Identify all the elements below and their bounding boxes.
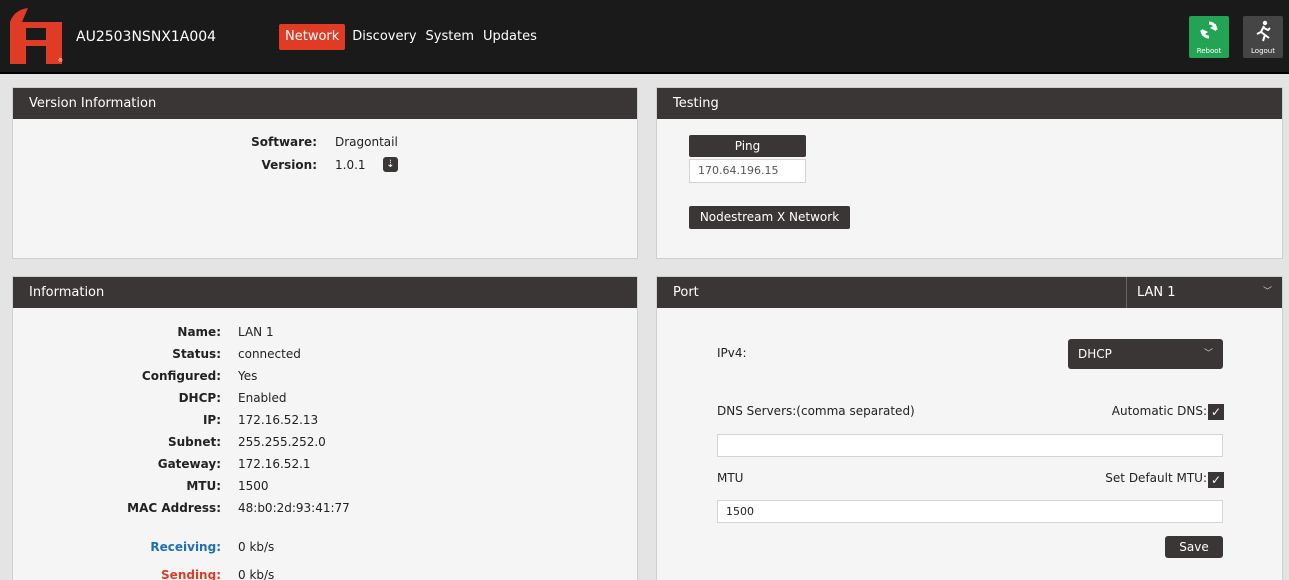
info-row-label: Configured: bbox=[141, 369, 221, 383]
svg-text:®: ® bbox=[58, 57, 63, 64]
logout-button[interactable]: Logout bbox=[1243, 16, 1283, 58]
nav-discovery[interactable]: Discovery bbox=[350, 24, 418, 50]
running-man-icon bbox=[1256, 20, 1271, 42]
dns-servers-input[interactable] bbox=[717, 434, 1223, 457]
info-row: Name: LAN 1 bbox=[13, 322, 639, 342]
chevron-down-icon: ﹀ bbox=[1262, 287, 1272, 297]
testing-panel: Testing Ping 170.64.196.15 Nodestream X … bbox=[656, 87, 1283, 259]
info-row-value: 48:b0:2d:93:41:77 bbox=[238, 501, 350, 515]
info-row-label: Name: bbox=[177, 325, 221, 339]
version-label: Version: bbox=[261, 158, 317, 172]
info-row: IP: 172.16.52.13 bbox=[13, 410, 639, 430]
ping-button[interactable]: Ping bbox=[689, 135, 806, 157]
nodestream-network-button[interactable]: Nodestream X Network bbox=[689, 206, 850, 229]
info-row-value: LAN 1 bbox=[238, 325, 274, 339]
save-button[interactable]: Save bbox=[1165, 536, 1223, 558]
ipv4-mode-select[interactable]: DHCP ﹀ bbox=[1068, 339, 1223, 369]
refresh-icon bbox=[1200, 21, 1218, 39]
logout-label: Logout bbox=[1251, 47, 1275, 55]
dns-label: DNS Servers:(comma separated) bbox=[717, 404, 915, 418]
sending-label: Sending: bbox=[161, 568, 221, 580]
info-row: Configured: Yes bbox=[13, 366, 639, 386]
info-row: Status: connected bbox=[13, 344, 639, 364]
sending-value: 0 kb/s bbox=[238, 568, 275, 580]
mtu-label: MTU bbox=[717, 471, 744, 485]
software-label: Software: bbox=[251, 135, 317, 149]
panel-title: Information bbox=[13, 277, 637, 308]
info-row-value: Yes bbox=[238, 369, 258, 383]
chevron-down-icon: ﹀ bbox=[1203, 349, 1213, 359]
panel-title: Port LAN 1 ﹀ bbox=[657, 277, 1282, 308]
software-value: Dragontail bbox=[335, 135, 398, 149]
device-name: AU2503NSNX1A004 bbox=[76, 29, 217, 45]
info-row-label: Subnet: bbox=[168, 435, 221, 449]
top-bar: ® AU2503NSNX1A004 Network Discovery Syst… bbox=[0, 0, 1289, 72]
download-icon[interactable]: ⇣ bbox=[383, 157, 398, 172]
info-row-label: MAC Address: bbox=[127, 501, 221, 515]
automatic-dns-label: Automatic DNS: bbox=[1111, 404, 1207, 418]
version-value: 1.0.1 bbox=[335, 158, 366, 172]
info-row-value: 255.255.252.0 bbox=[238, 435, 326, 449]
info-row-label: MTU: bbox=[186, 479, 221, 493]
mtu-input[interactable] bbox=[717, 500, 1223, 523]
company-logo: ® bbox=[10, 8, 63, 64]
automatic-dns-checkbox[interactable]: ✓ bbox=[1208, 404, 1224, 420]
port-title: Port bbox=[673, 285, 699, 300]
info-row-label: DHCP: bbox=[178, 391, 221, 405]
receiving-label: Receiving: bbox=[150, 540, 221, 554]
ipv4-mode-value: DHCP bbox=[1078, 347, 1112, 361]
reboot-label: Reboot bbox=[1196, 47, 1222, 55]
info-row: Gateway: 172.16.52.1 bbox=[13, 454, 639, 474]
info-row: Subnet: 255.255.252.0 bbox=[13, 432, 639, 452]
nav-system[interactable]: System bbox=[424, 24, 476, 50]
info-row: DHCP: Enabled bbox=[13, 388, 639, 408]
ipv4-label: IPv4: bbox=[717, 346, 747, 360]
port-select-value: LAN 1 bbox=[1137, 285, 1176, 300]
panel-title: Version Information bbox=[13, 88, 637, 119]
info-row-value: 172.16.52.1 bbox=[238, 457, 311, 471]
info-row-label: IP: bbox=[202, 413, 221, 427]
nav-updates[interactable]: Updates bbox=[481, 24, 539, 50]
default-mtu-label: Set Default MTU: bbox=[1105, 471, 1207, 485]
default-mtu-checkbox[interactable]: ✓ bbox=[1208, 472, 1224, 488]
info-row-value: Enabled bbox=[238, 391, 287, 405]
info-row: MAC Address: 48:b0:2d:93:41:77 bbox=[13, 498, 639, 518]
info-row-label: Status: bbox=[172, 347, 221, 361]
info-row-value: connected bbox=[238, 347, 301, 361]
panel-title: Testing bbox=[657, 88, 1282, 119]
info-row-label: Gateway: bbox=[157, 457, 221, 471]
info-row-value: 172.16.52.13 bbox=[238, 413, 319, 427]
nav-network[interactable]: Network bbox=[279, 24, 346, 50]
information-panel: Information Name: LAN 1 Status: connected Co… bbox=[12, 276, 638, 580]
header-divider bbox=[0, 72, 1289, 74]
version-panel: Version Information Software: Dragontail… bbox=[12, 87, 638, 259]
main-nav: Network Discovery System Updates bbox=[279, 24, 539, 50]
info-row-value: 1500 bbox=[238, 479, 269, 493]
receiving-value: 0 kb/s bbox=[238, 540, 275, 554]
ping-address[interactable]: 170.64.196.15 bbox=[689, 159, 806, 183]
info-row: MTU: 1500 bbox=[13, 476, 639, 496]
reboot-button[interactable]: Reboot bbox=[1189, 16, 1229, 58]
port-panel: Port LAN 1 ﹀ IPv4: DHCP ﹀ DNS Servers:(c… bbox=[656, 276, 1283, 580]
port-select[interactable]: LAN 1 ﹀ bbox=[1126, 277, 1282, 308]
